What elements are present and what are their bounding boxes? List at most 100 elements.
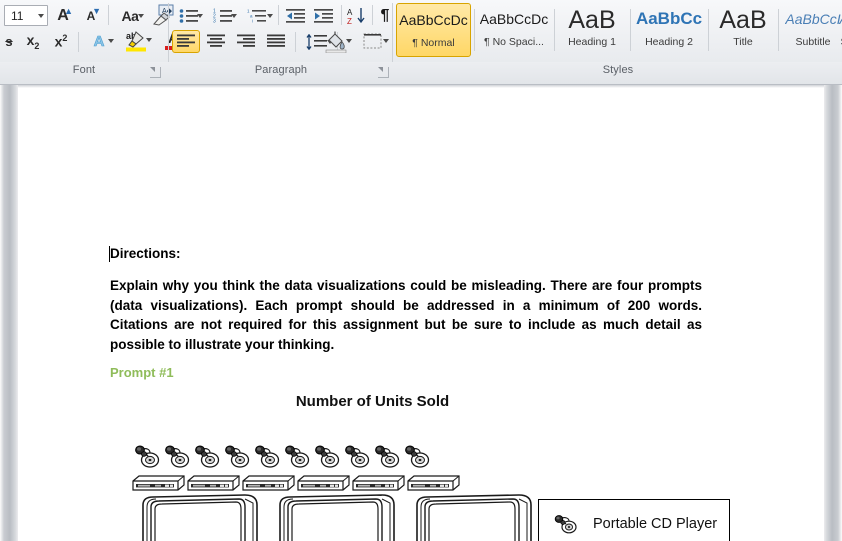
chevron-down-icon	[108, 39, 114, 43]
justify-button[interactable]	[262, 30, 290, 53]
shrink-font-button[interactable]: A ▼	[78, 5, 104, 26]
chevron-down-icon[interactable]	[38, 14, 44, 18]
borders-button[interactable]	[355, 29, 391, 54]
font-size-value: 11	[11, 8, 24, 23]
big-screen-tv-icon	[270, 493, 407, 541]
portable-cd-player-icon	[311, 443, 341, 471]
divider	[341, 5, 342, 25]
style-item-next[interactable]: A S	[834, 3, 842, 57]
align-right-icon	[237, 34, 255, 47]
change-case-icon: Aa	[121, 7, 139, 24]
numbered-list-icon: 1 2 3	[213, 9, 232, 25]
legend-entry-portable-cd-player: Portable CD Player	[549, 511, 717, 537]
style-preview: AaBbCc	[635, 9, 703, 28]
style-label: Subtitle	[795, 36, 831, 48]
right-gutter	[824, 85, 842, 541]
big-screen-tv-icon	[407, 493, 544, 541]
divider	[474, 9, 475, 51]
style-preview: AaB	[719, 8, 767, 32]
style-preview: AaBbCcDc	[479, 11, 549, 27]
svg-text:A: A	[347, 8, 353, 17]
chevron-down-icon	[231, 14, 237, 18]
text-highlight-color-button[interactable]: ab	[118, 28, 154, 53]
divider	[278, 5, 279, 25]
highlighter-icon: ab	[126, 31, 146, 52]
align-right-button[interactable]	[232, 30, 260, 53]
chevron-down-icon	[138, 14, 144, 18]
text-effects-button[interactable]: A	[82, 30, 116, 52]
style-item-heading-2[interactable]: AaBbCc Heading 2	[632, 3, 706, 57]
styles-gallery: AaBbCcDc ¶ Normal AaBbCcDc ¶ No Spaci...…	[394, 3, 842, 59]
down-arrow-icon: ▼	[92, 6, 101, 16]
style-item-normal[interactable]: AaBbCcDc ¶ Normal	[396, 3, 471, 57]
group-label-styles: Styles	[602, 64, 634, 76]
portable-cd-player-icon	[131, 443, 161, 471]
portable-cd-player-icon	[161, 443, 191, 471]
align-center-icon	[207, 34, 225, 47]
decrease-indent-button[interactable]	[283, 5, 309, 27]
increase-indent-icon	[314, 9, 333, 23]
paragraph-dialog-launcher[interactable]	[378, 67, 389, 78]
change-case-button[interactable]: Aa	[113, 5, 147, 26]
grow-font-button[interactable]: A ▲	[50, 5, 76, 26]
decrease-indent-icon	[286, 9, 305, 23]
increase-indent-button[interactable]	[311, 5, 337, 27]
divider	[295, 32, 296, 52]
multilevel-list-button[interactable]: 1 a i	[242, 5, 274, 27]
svg-text:Z: Z	[347, 17, 352, 25]
divider	[78, 32, 79, 52]
chart-legend: Portable CD Player DVD Player	[538, 499, 730, 541]
chart-title: Number of Units Sold	[295, 393, 450, 410]
paint-bucket-icon	[325, 31, 347, 53]
svg-text:i: i	[252, 19, 253, 24]
align-left-icon	[177, 34, 195, 47]
divider	[372, 5, 373, 25]
document-page[interactable]: Directions: Explain why you think the da…	[18, 85, 824, 541]
group-label-font: Font	[72, 64, 96, 76]
style-label: ¶ No Spaci...	[484, 36, 544, 48]
portable-cd-player-icon	[281, 443, 311, 471]
font-dialog-launcher[interactable]	[150, 67, 161, 78]
style-item-no-spacing[interactable]: AaBbCcDc ¶ No Spaci...	[476, 3, 552, 57]
word-document-window: 11 A ▲ A ▼ Aa s x2 x2 A ab 1 2 3 1 a i A…	[0, 0, 842, 541]
bullets-button[interactable]	[174, 5, 204, 27]
align-left-button[interactable]	[172, 30, 200, 53]
legend-label: Portable CD Player	[593, 516, 718, 532]
style-preview: AaBbCcDc	[399, 12, 468, 28]
subscript-button[interactable]: x2	[20, 30, 46, 52]
portable-cd-player-icon	[371, 443, 401, 471]
svg-text:3: 3	[213, 19, 216, 25]
chevron-down-icon	[346, 39, 352, 43]
superscript-icon: x2	[54, 32, 68, 50]
superscript-button[interactable]: x2	[48, 30, 74, 52]
font-size-input[interactable]: 11	[4, 5, 48, 26]
divider	[630, 9, 631, 51]
left-gutter	[0, 85, 18, 541]
strikethrough-button[interactable]: s	[0, 30, 18, 52]
divider	[708, 9, 709, 51]
dvd-player-icon	[296, 473, 351, 493]
multilevel-list-icon: 1 a i	[247, 9, 266, 24]
portable-cd-player-icon	[549, 511, 581, 537]
pictograph-row-portable-cd-player	[131, 443, 431, 471]
portable-cd-player-icon	[221, 443, 251, 471]
shading-button[interactable]	[318, 29, 354, 54]
align-center-button[interactable]	[202, 30, 230, 53]
ribbon-group-labels: Font Paragraph Styles	[0, 62, 842, 84]
prompt-1-label: Prompt #1	[110, 365, 174, 380]
style-item-heading-1[interactable]: AaB Heading 1	[556, 3, 628, 57]
chevron-down-icon	[267, 14, 273, 18]
style-label: ¶ Normal	[412, 37, 455, 49]
style-item-title[interactable]: AaB Title	[710, 3, 776, 57]
bullet-list-icon	[179, 9, 198, 23]
clear-formatting-icon: A◆	[153, 4, 174, 26]
sort-button[interactable]: A Z	[345, 4, 369, 27]
ribbon: 11 A ▲ A ▼ Aa s x2 x2 A ab 1 2 3 1 a i A…	[0, 0, 842, 85]
numbering-button[interactable]: 1 2 3	[208, 5, 238, 27]
style-label: Heading 1	[568, 36, 616, 48]
document-canvas[interactable]: Directions: Explain why you think the da…	[0, 85, 842, 541]
divider	[554, 9, 555, 51]
chevron-down-icon	[197, 14, 203, 18]
portable-cd-player-icon	[251, 443, 281, 471]
style-item-subtitle[interactable]: AaBbCcI Subtitle	[780, 3, 842, 57]
